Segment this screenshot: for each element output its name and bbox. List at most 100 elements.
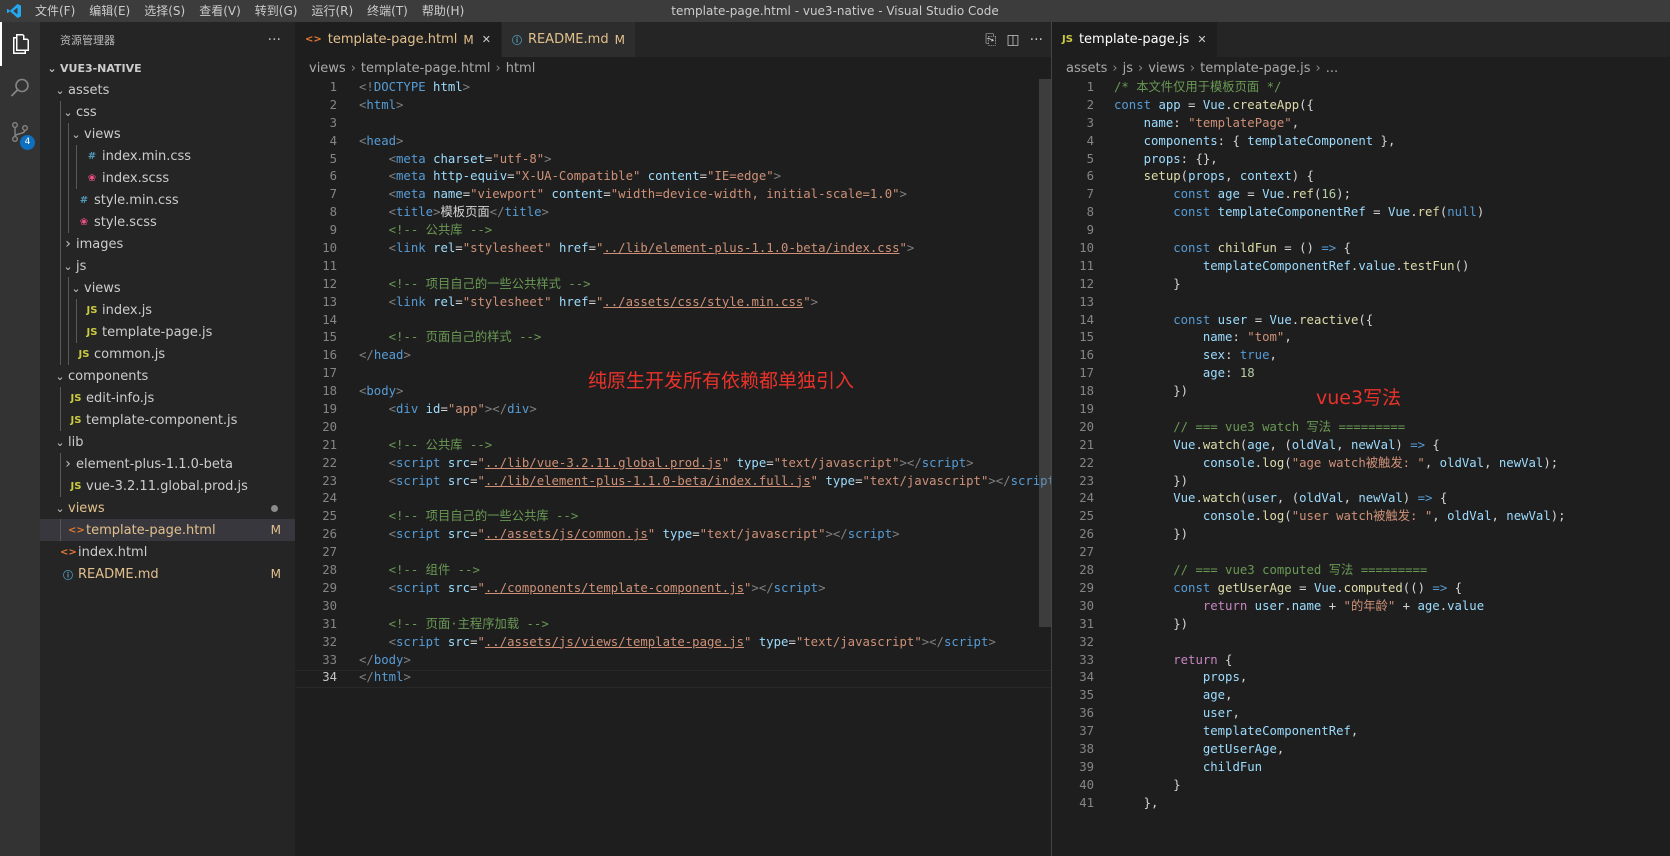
more-actions-icon[interactable]: ···	[268, 32, 281, 48]
close-icon[interactable]: ✕	[482, 33, 491, 46]
file-item[interactable]: <> template-page.html M	[40, 519, 295, 541]
code-token: <!-- 项目自己的一些公共库 -->	[388, 509, 579, 524]
line-number: 17	[322, 366, 337, 381]
code-token: type	[825, 473, 856, 488]
file-item[interactable]: JS vue-3.2.11.global.prod.js	[40, 475, 295, 497]
folder-item[interactable]: ⌄ js	[40, 255, 295, 277]
folder-item[interactable]: ⌄ views	[40, 277, 295, 299]
menu-item[interactable]: 文件(F)	[28, 0, 82, 22]
breadcrumb-item[interactable]: ...	[1326, 61, 1338, 76]
search-icon[interactable]	[0, 66, 40, 110]
code-token: app	[1158, 97, 1181, 112]
line-text: <title>模板页面</title>	[359, 204, 549, 222]
code-token: ,	[1239, 670, 1248, 685]
indent-guide	[68, 189, 69, 211]
folder-item[interactable]: ⌄ components	[40, 365, 295, 387]
menu-item[interactable]: 查看(V)	[192, 0, 248, 22]
code-token: .	[1439, 598, 1448, 613]
folder-item[interactable]: ⌄ views	[40, 497, 295, 519]
source-control-icon[interactable]: 4	[0, 110, 40, 154]
breadcrumb-item[interactable]: template-page.js	[1200, 61, 1310, 76]
file-item[interactable]: ❀ index.scss	[40, 167, 295, 189]
code-token: {	[1217, 652, 1233, 667]
code-token: =>	[1410, 437, 1426, 452]
menu-item[interactable]: 运行(R)	[304, 0, 360, 22]
code-token: ></	[484, 402, 508, 417]
split-editor-icon[interactable]: ◫	[1006, 32, 1019, 48]
breadcrumb-item[interactable]: views	[309, 61, 346, 76]
folder-item[interactable]: › element-plus-1.1.0-beta	[40, 453, 295, 475]
file-item[interactable]: JS edit-info.js	[40, 387, 295, 409]
code-area[interactable]: 1/* 本文件仅用于模板页面 */2 const app = Vue.create…	[1052, 79, 1670, 856]
explorer-icon[interactable]	[0, 22, 40, 66]
folder-item[interactable]: › images	[40, 233, 295, 255]
menu-item[interactable]: 转到(G)	[248, 0, 305, 22]
code-area[interactable]: 1 <!DOCTYPE html> 2 <html> 3 4 <head> 5 <meta c…	[295, 79, 1051, 856]
more-actions-icon[interactable]: ···	[1030, 32, 1043, 48]
line-text: <link rel="stylesheet" href="../lib/elem…	[359, 240, 915, 258]
code-line: 20	[295, 419, 1051, 437]
code-token: "text/javascript"	[773, 455, 900, 470]
menu-item[interactable]: 帮助(H)	[415, 0, 471, 22]
menu-item[interactable]: 编辑(E)	[82, 0, 137, 22]
editor-tab[interactable]: <> template-page.html M ✕	[295, 22, 502, 57]
code-token: const	[1114, 97, 1152, 112]
folder-item[interactable]: ⌄ assets	[40, 79, 295, 101]
folder-item[interactable]: ⌄ lib	[40, 431, 295, 453]
folder-item[interactable]: ⌄ css	[40, 101, 295, 123]
file-item[interactable]: # style.min.css	[40, 189, 295, 211]
indent-guide	[68, 211, 69, 233]
breadcrumb-item[interactable]: html	[506, 61, 536, 76]
code-token: context	[1239, 169, 1292, 184]
line-number: 25	[322, 509, 337, 524]
code-token: <	[388, 455, 397, 470]
code-token: , (	[1276, 491, 1300, 506]
breadcrumb-item[interactable]: template-page.html	[361, 61, 491, 76]
scm-count-badge: 4	[20, 135, 35, 150]
menu-item[interactable]: 终端(T)	[360, 0, 415, 22]
breadcrumb-item[interactable]: assets	[1066, 61, 1107, 76]
code-line: 9	[1052, 222, 1670, 240]
indent-guide	[68, 343, 69, 365]
file-item[interactable]: ❀ style.scss	[40, 211, 295, 233]
file-item[interactable]: JS common.js	[40, 343, 295, 365]
code-token: meta	[396, 151, 426, 166]
folder-item[interactable]: ⌄ views	[40, 123, 295, 145]
file-item[interactable]: JS index.js	[40, 299, 295, 321]
open-changes-icon[interactable]: ⎘	[985, 32, 996, 48]
line-text: <script src="../assets/js/common.js" typ…	[359, 526, 900, 544]
code-line: 16 </head>	[295, 347, 1051, 365]
chevron-right-icon: ›	[1112, 60, 1118, 76]
code-token: http-equiv	[433, 169, 508, 184]
file-item[interactable]: ⓘ README.md M	[40, 563, 295, 585]
line-text: components: { templateComponent },	[1114, 133, 1396, 151]
workspace-root[interactable]: ⌄ VUE3-NATIVE	[40, 57, 295, 79]
file-item[interactable]: # index.min.css	[40, 145, 295, 167]
editor-tab[interactable]: JS template-page.js ✕	[1052, 22, 1218, 57]
code-token: title	[396, 205, 434, 220]
file-item[interactable]: JS template-component.js	[40, 409, 295, 431]
menu-item[interactable]: 选择(S)	[137, 0, 192, 22]
code-token: : {},	[1180, 151, 1218, 166]
line-number: 8	[1086, 205, 1094, 220]
code-token: =	[462, 187, 471, 202]
breadcrumb-item[interactable]: js	[1123, 61, 1133, 76]
code-token: <!-- 页面·主程序加载 -->	[388, 616, 549, 631]
file-item[interactable]: JS template-page.js	[40, 321, 295, 343]
code-token: Vue	[1313, 580, 1337, 595]
file-item[interactable]: <> index.html	[40, 541, 295, 563]
breadcrumb-item[interactable]: views	[1148, 61, 1185, 76]
line-text: <!-- 页面自己的样式 -->	[359, 329, 542, 347]
scrollbar[interactable]	[1039, 79, 1051, 627]
editor-tab[interactable]: ⓘ README.md M	[501, 22, 636, 57]
close-icon[interactable]: ✕	[1197, 33, 1206, 46]
